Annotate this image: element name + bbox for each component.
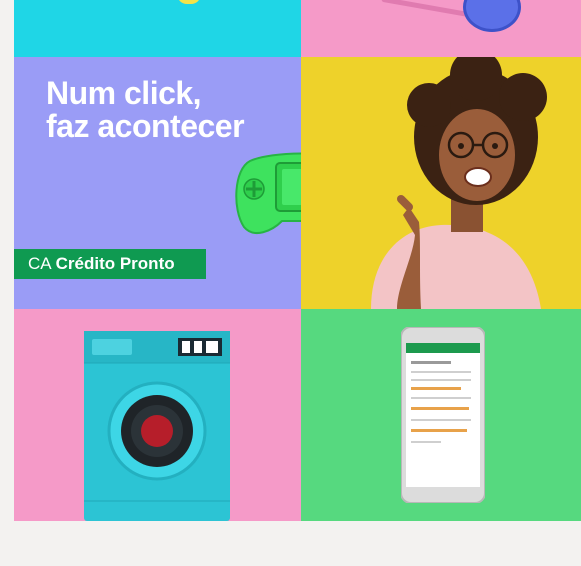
brand-badge: CA Crédito Pronto [14,249,206,279]
tile-portrait [301,57,581,309]
tile-top-right [301,0,581,57]
page-title: Num click, faz acontecer [46,75,245,144]
tile-washing-machine [14,309,301,521]
brand-name: Crédito Pronto [55,254,175,273]
tile-smartphone [301,309,581,521]
toy-axle [381,0,476,19]
toy-wheel-icon [463,0,521,32]
smartphone-icon [401,327,485,503]
headline-line-1: Num click, [46,75,202,111]
washing-machine-icon [84,331,230,521]
toy-fragment [177,0,201,4]
tile-headline: Num click, faz acontecer CA Crédito Pron… [14,57,301,309]
headline-line-2: faz acontecer [46,108,245,144]
handheld-console-icon [235,152,301,235]
brand-prefix: CA [28,254,52,273]
woman-pointing-photo [371,57,547,309]
tile-top-left [14,0,301,57]
